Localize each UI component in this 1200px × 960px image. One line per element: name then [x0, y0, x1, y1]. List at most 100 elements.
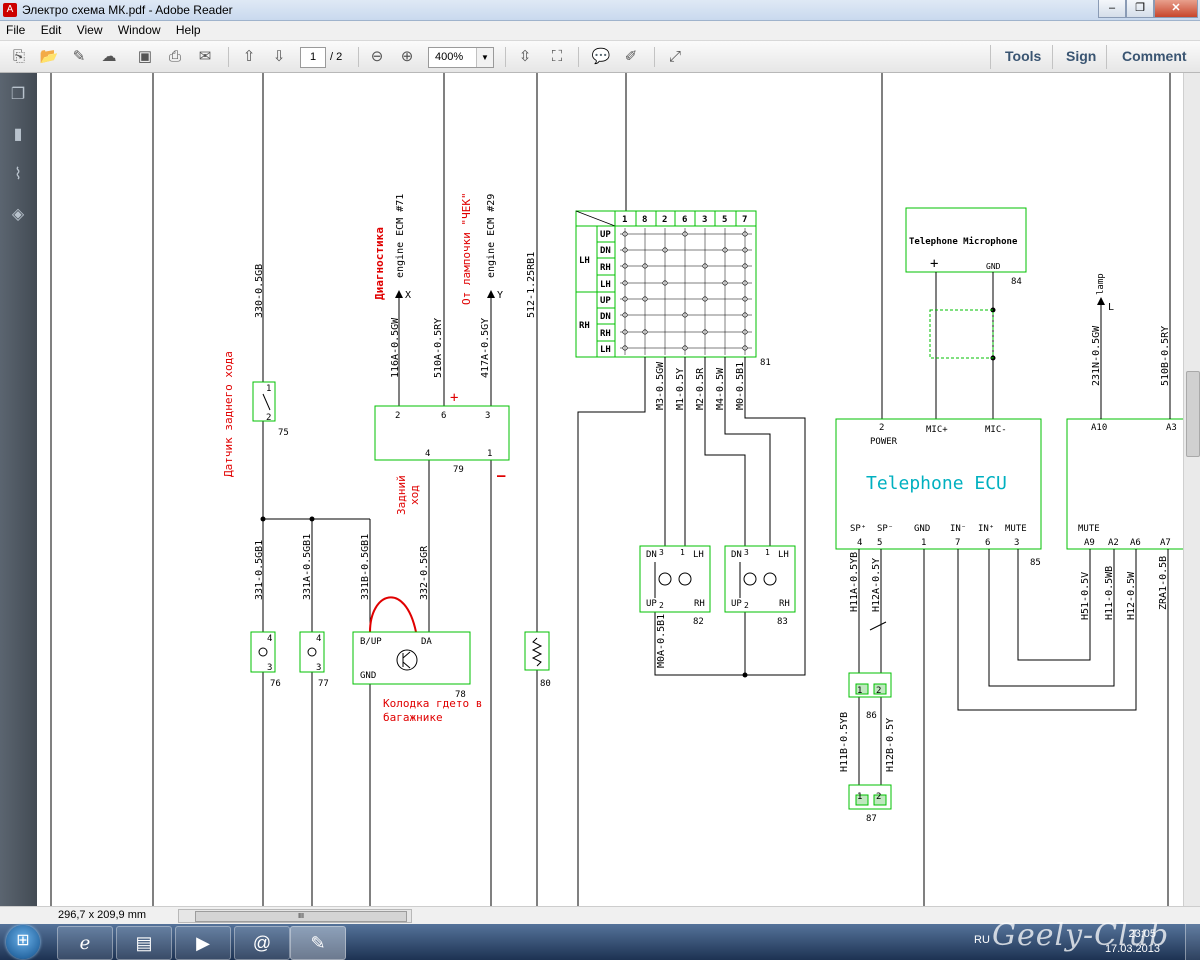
create-pdf-icon[interactable]: ⎘ [8, 46, 30, 68]
pin-label: 4 [267, 634, 272, 644]
cloud-upload-icon[interactable]: ☁ [98, 46, 120, 68]
maximize-button[interactable]: ❐ [1126, 0, 1154, 18]
wiring-schematic: 330-0.5GB 116A-0.5GW 510A-0.5RY 417A-0.5… [50, 73, 1183, 906]
pin-label: A7 [1160, 538, 1171, 548]
menu-help[interactable]: Help [170, 21, 207, 37]
pin-label: A9 [1084, 538, 1095, 548]
switch-row: UP [600, 296, 611, 306]
pin-label: B/UP [360, 637, 382, 647]
pin-label: A2 [1108, 538, 1119, 548]
component-id: 83 [777, 617, 788, 627]
motor-label: LH [778, 550, 789, 560]
pin-label: 1 [921, 538, 926, 548]
pin-label: 2 [879, 423, 884, 433]
wire-label: M0-0.5B1 [735, 362, 746, 410]
pin-label: SP⁻ [877, 524, 893, 534]
fit-width-icon[interactable]: ⛶ [546, 46, 568, 68]
wire-label: M0A-0.5B1 [656, 614, 667, 668]
sticky-note-icon[interactable]: 💬 [590, 46, 612, 68]
motor-label: RH [694, 599, 705, 609]
comment-button[interactable]: Comment [1122, 48, 1187, 64]
full-screen-icon[interactable]: ⤢ [664, 46, 686, 68]
fit-page-icon[interactable]: ⇳ [514, 46, 536, 68]
close-button[interactable]: ✕ [1154, 0, 1198, 18]
wire-label: 512-1.25RB1 [526, 252, 537, 318]
zoom-select[interactable]: 400% ▼ [428, 47, 494, 68]
menu-view[interactable]: View [71, 21, 109, 37]
switch-row: DN [600, 246, 611, 256]
mail-client-icon[interactable]: @ [234, 926, 290, 960]
motor-label: DN [731, 550, 742, 560]
menu-window[interactable]: Window [112, 21, 167, 37]
wire-label: 331A-0.5GB1 [302, 534, 313, 600]
signal-label: Y [497, 290, 503, 301]
highlight-icon[interactable]: ✐ [620, 46, 642, 68]
open-icon[interactable]: 📂 [38, 46, 60, 68]
media-player-icon[interactable]: ▶ [175, 926, 231, 960]
zoom-out-icon[interactable]: ⊖ [366, 46, 388, 68]
pin-label: A10 [1091, 423, 1107, 433]
document-view[interactable]: 330-0.5GB 116A-0.5GW 510A-0.5RY 417A-0.5… [37, 73, 1183, 906]
vertical-scrollbar[interactable] [1183, 73, 1200, 906]
wire-label: M3-0.5GW [655, 361, 666, 410]
zoom-in-icon[interactable]: ⊕ [396, 46, 418, 68]
pin-label: 5 [877, 538, 882, 548]
menu-bar: File Edit View Window Help [0, 21, 1200, 41]
adobe-reader-taskbar-icon[interactable]: ✎ [290, 926, 346, 960]
motor-label: UP [731, 599, 742, 609]
clock-date[interactable]: 17.03.2013 [1105, 943, 1160, 955]
switch-col: 8 [642, 215, 647, 225]
start-button[interactable]: ⊞ [6, 925, 40, 959]
page-number-input[interactable]: 1 [300, 47, 326, 68]
pages-icon[interactable]: ❐ [8, 85, 28, 105]
component-82-mirror-motor: DN 3 1 LH UP 2 RH [639, 545, 711, 613]
edit-icon[interactable]: ✎ [68, 46, 90, 68]
pin-label: 1 [680, 548, 685, 557]
windows-logo-icon: ⊞ [16, 932, 30, 949]
attachment-icon[interactable]: ⌇ [8, 165, 28, 185]
sign-button[interactable]: Sign [1066, 48, 1096, 64]
page-total: / 2 [330, 51, 343, 63]
switch-group: LH [579, 256, 590, 266]
pin-label: SP⁺ [850, 524, 866, 534]
scrollbar-thumb[interactable] [1186, 371, 1200, 457]
wire-label: 417A-0.5GY [480, 318, 491, 378]
system-tray: RU Geely-Club 23:05 17.03.2013 [970, 918, 1200, 960]
save-icon[interactable]: ▣ [134, 46, 156, 68]
page-down-icon[interactable]: ⇩ [268, 46, 290, 68]
pin-label: MUTE [1078, 524, 1100, 534]
pin-label: MUTE [1005, 524, 1027, 534]
pin-label: 2 [659, 601, 664, 610]
print-icon[interactable]: ⎙ [164, 46, 186, 68]
minimize-button[interactable]: ‒ [1098, 0, 1126, 18]
wire-label: engine ECM #71 [395, 194, 406, 278]
taskbar: ⊞ ℯ ▤ ▶ @ ✎ RU Geely-Club 23:05 17.03.20… [0, 918, 1200, 960]
pin-label: 3 [267, 663, 272, 673]
file-explorer-icon[interactable]: ▤ [116, 926, 172, 960]
navigation-panel: ❐ ▮ ⌇ ◈ [0, 73, 37, 906]
component-83-mirror-motor: DN 3 1 LH UP 2 RH [724, 545, 796, 613]
component-id: 82 [693, 617, 704, 627]
adobe-reader-icon: A [3, 3, 17, 17]
component-80 [524, 631, 550, 671]
wire-label: M1-0.5Y [675, 368, 686, 410]
menu-file[interactable]: File [0, 21, 31, 37]
menu-edit[interactable]: Edit [35, 21, 68, 37]
show-desktop-button[interactable] [1185, 924, 1200, 960]
email-icon[interactable]: ✉ [194, 46, 216, 68]
language-indicator[interactable]: RU [974, 934, 990, 946]
signal-label: X [405, 290, 411, 301]
layers-icon[interactable]: ◈ [8, 205, 28, 225]
ecu-title: Telephone ECU [866, 473, 1007, 494]
component-id: 76 [270, 679, 281, 689]
chevron-down-icon[interactable]: ▼ [476, 48, 493, 67]
page-up-icon[interactable]: ⇧ [238, 46, 260, 68]
bookmark-icon[interactable]: ▮ [8, 125, 28, 145]
clock-time[interactable]: 23:05 [1128, 928, 1156, 940]
scrollbar-thumb[interactable]: III [195, 911, 407, 922]
pin-label: 1 [857, 686, 862, 696]
tools-button[interactable]: Tools [1005, 48, 1041, 64]
horizontal-scrollbar[interactable]: III [178, 909, 412, 923]
internet-explorer-icon[interactable]: ℯ [57, 926, 113, 960]
wire-label: 332-0.5GR [419, 545, 430, 600]
